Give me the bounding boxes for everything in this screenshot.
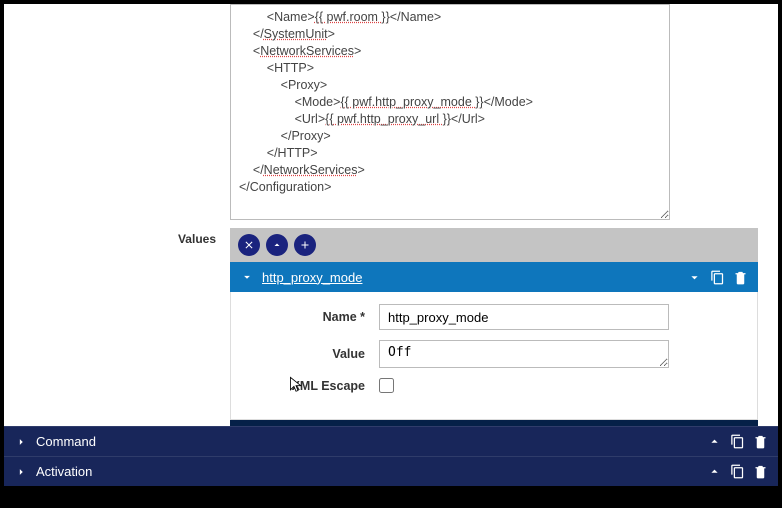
- close-all-button[interactable]: [238, 234, 260, 256]
- collapse-all-button[interactable]: [266, 234, 288, 256]
- value-item-form: Name * Value XML Escape: [230, 292, 758, 420]
- name-field-input[interactable]: [379, 304, 669, 330]
- chevron-right-icon: [14, 465, 28, 479]
- add-item-button[interactable]: [294, 234, 316, 256]
- chevron-right-icon: [14, 435, 28, 449]
- xml-escape-label: XML Escape: [249, 379, 379, 393]
- delete-icon[interactable]: [753, 434, 768, 449]
- section-activation-header[interactable]: Activation: [4, 456, 778, 486]
- section-command-header[interactable]: Command: [4, 426, 778, 456]
- collapse-up-icon[interactable]: [707, 434, 722, 449]
- copy-icon[interactable]: [730, 464, 745, 479]
- chevron-down-icon: [240, 270, 254, 284]
- values-toolbar: [230, 228, 758, 262]
- dropdown-icon[interactable]: [687, 270, 702, 285]
- section-command-title: Command: [36, 434, 699, 449]
- copy-icon[interactable]: [730, 434, 745, 449]
- value-item-title[interactable]: http_proxy_mode: [262, 270, 679, 285]
- name-field-label: Name *: [249, 310, 379, 324]
- xml-config-textarea[interactable]: <Name>{{ pwf.room }}</Name> </SystemUnit…: [230, 4, 670, 220]
- values-label: Values: [4, 228, 230, 450]
- value-field-label: Value: [249, 347, 379, 361]
- collapse-up-icon[interactable]: [707, 464, 722, 479]
- xml-escape-checkbox[interactable]: [379, 378, 394, 393]
- copy-icon[interactable]: [710, 270, 725, 285]
- value-item-header-expanded[interactable]: http_proxy_mode: [230, 262, 758, 292]
- section-activation-title: Activation: [36, 464, 699, 479]
- value-field-textarea[interactable]: [379, 340, 669, 368]
- delete-icon[interactable]: [753, 464, 768, 479]
- delete-icon[interactable]: [733, 270, 748, 285]
